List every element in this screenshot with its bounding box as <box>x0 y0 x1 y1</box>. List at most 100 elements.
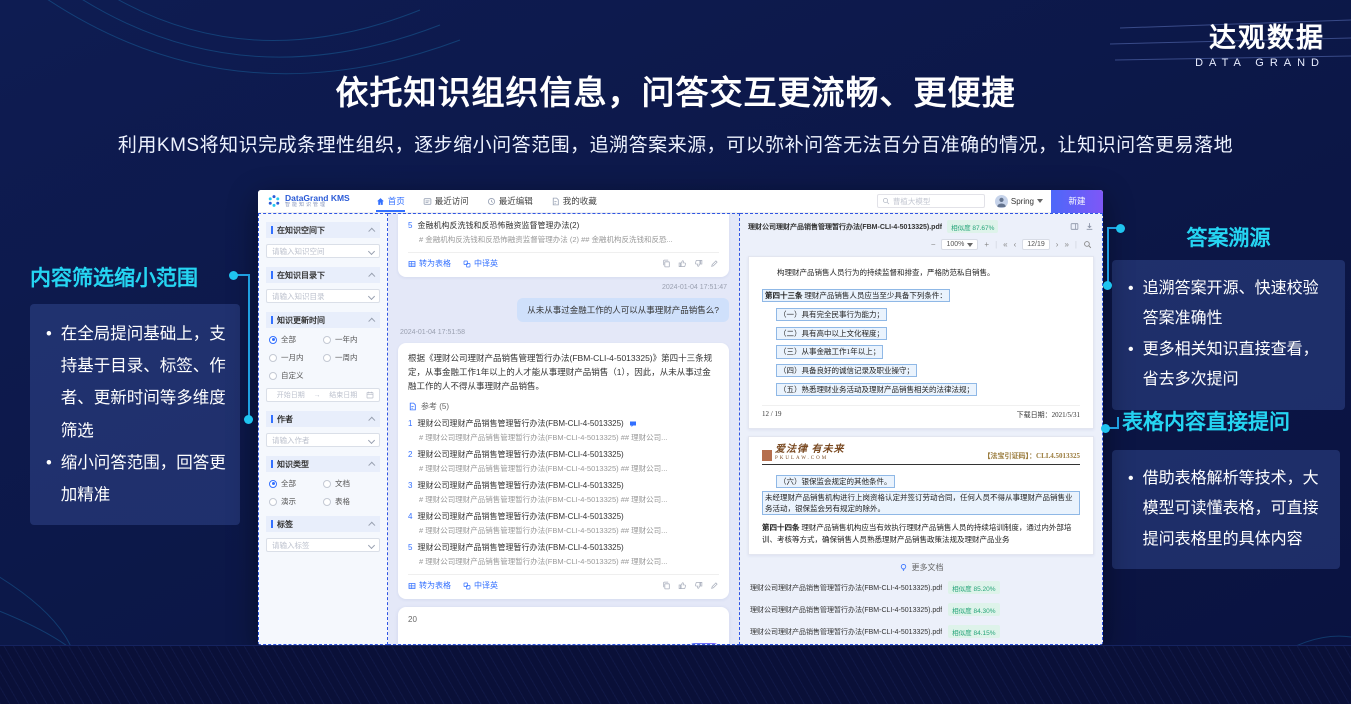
highlighted-item[interactable]: （二）具有高中以上文化程度； <box>776 327 887 340</box>
highlighted-item[interactable]: （三）从事金融工作1年以上； <box>776 345 883 358</box>
section-header[interactable]: 在知识空间下 <box>266 222 380 238</box>
page-indicator[interactable]: 12/19 <box>1022 239 1050 250</box>
chevron-down-icon <box>368 436 375 443</box>
knowledge-space-select[interactable]: 请输入知识空间 <box>266 244 380 258</box>
quote-icon[interactable] <box>629 420 637 428</box>
to-table-button[interactable]: 转为表格 <box>408 258 451 269</box>
radio-one-month[interactable]: 一月内 <box>269 352 323 363</box>
filter-section-tag: 标签 请输入标签 <box>266 516 380 552</box>
highlighted-item[interactable]: （五）熟悉理财业务活动及理财产品销售相关的法律法规； <box>776 383 977 396</box>
author-select[interactable]: 请输入作者 <box>266 433 380 447</box>
more-docs-header[interactable]: 更多文档 <box>748 562 1094 573</box>
search-input[interactable] <box>893 197 980 206</box>
first-page-button[interactable]: « <box>1003 240 1007 249</box>
similarity-badge: 相似度 84.15% <box>948 625 999 638</box>
user-menu[interactable]: Spring <box>995 195 1043 208</box>
edit-icon[interactable] <box>710 259 719 268</box>
tab-favorites[interactable]: 我的收藏 <box>551 190 597 212</box>
section-header[interactable]: 知识更新时间 <box>266 312 380 328</box>
thumb-down-icon[interactable] <box>694 581 703 590</box>
radio-all[interactable]: 全部 <box>269 334 323 345</box>
next-page-button[interactable]: › <box>1056 240 1059 249</box>
date-range-picker[interactable]: 开始日期 → 结束日期 <box>266 388 380 402</box>
reference-snippet: # 金融机构反洗钱和反恐怖融资监督管理办法 (2) ## 金融机构反洗钱和反恐.… <box>419 234 719 245</box>
last-page-button[interactable]: » <box>1064 240 1068 249</box>
app-nav: 首页 最近访问 最近编辑 我的收藏 <box>376 190 597 212</box>
calendar-icon <box>366 391 374 399</box>
reference-item[interactable]: 3 理财公司理财产品销售管理暂行办法(FBM-CLI-4-5013325) # … <box>408 480 719 505</box>
kms-brand-subtitle: 智能知识管理 <box>285 203 350 208</box>
pdf-footer: 12 / 19 下载日期：2021/5/31 <box>762 405 1080 420</box>
section-header[interactable]: 标签 <box>266 516 380 532</box>
highlighted-paragraph[interactable]: 未经理财产品销售机构进行上岗资格认定并签订劳动合同，任何人员不得从事理财产品销售… <box>762 491 1080 516</box>
assistant-message: 根据《理财公司理财产品销售管理暂行办法(FBM-CLI-4-5013325)》第… <box>398 343 729 599</box>
app-header: DataGrand KMS 智能知识管理 首页 最近访问 最近编辑 我的收藏 <box>258 190 1103 213</box>
edit-icon[interactable] <box>710 581 719 590</box>
filter-section-update-time: 知识更新时间 全部 一年内 一月内 一周内 自定义 开始日期 → 结束日期 <box>266 312 380 402</box>
reference-item[interactable]: 5 金融机构反洗钱和反恐怖融资监督管理办法(2) <box>408 220 719 231</box>
zoom-select[interactable]: 100% <box>941 239 978 250</box>
radio-type-all[interactable]: 全部 <box>269 478 323 489</box>
layout-icon[interactable] <box>1070 222 1079 231</box>
highlighted-item[interactable]: （一）具有完全民事行为能力； <box>776 308 887 321</box>
to-table-button[interactable]: 转为表格 <box>408 580 451 591</box>
radio-label: 全部 <box>281 478 296 489</box>
section-header[interactable]: 作者 <box>266 411 380 427</box>
radio-type-slides[interactable]: 演示 <box>269 496 323 507</box>
thumb-down-icon[interactable] <box>694 259 703 268</box>
chat-panel: 5 金融机构反洗钱和反恐怖融资监督管理办法(2) # 金融机构反洗钱和反恐怖融资… <box>388 213 740 645</box>
tab-recent-edits[interactable]: 最近编辑 <box>487 190 533 212</box>
chevron-up-icon <box>368 317 375 324</box>
filter-sidebar: 在知识空间下 请输入知识空间 在知识目录下 请输入知识目录 <box>258 213 388 645</box>
reference-item[interactable]: 2 理财公司理财产品销售管理暂行办法(FBM-CLI-4-5013325) # … <box>408 449 719 474</box>
bullet-text: 追溯答案开源、快速校验答案准确性 <box>1143 274 1333 335</box>
translate-button[interactable]: 中译英 <box>463 258 498 269</box>
zoom-in-button[interactable]: + <box>984 240 989 249</box>
copy-icon[interactable] <box>662 259 671 268</box>
tag-select[interactable]: 请输入标签 <box>266 538 380 552</box>
translate-button[interactable]: 中译英 <box>463 580 498 591</box>
related-doc-row[interactable]: 理财公司理财产品销售管理暂行办法(FBM-CLI-4-5013325).pdf … <box>748 621 1094 643</box>
document-filename[interactable]: 理财公司理财产品销售管理暂行办法(FBM-CLI-4-5013325).pdf <box>748 222 942 232</box>
annotation-bullet: 追溯答案开源、快速校验答案准确性 <box>1124 274 1333 335</box>
chat-input-box[interactable]: 20 <box>398 607 729 645</box>
magnifier-icon[interactable] <box>1083 240 1092 249</box>
section-header[interactable]: 知识类型 <box>266 456 380 472</box>
annotation-bullet: 在全局提问基础上，支持基于目录、标签、作者、更新时间等多维度筛选 <box>42 318 228 447</box>
reference-item[interactable]: 5 理财公司理财产品销售管理暂行办法(FBM-CLI-4-5013325) # … <box>408 542 719 567</box>
section-title: 知识类型 <box>277 459 370 470</box>
download-icon[interactable] <box>1085 222 1094 231</box>
knowledge-catalog-select[interactable]: 请输入知识目录 <box>266 289 380 303</box>
prev-page-button[interactable]: ‹ <box>1014 240 1017 249</box>
search-box[interactable] <box>877 194 985 208</box>
reference-item[interactable]: 1 理财公司理财产品销售管理暂行办法(FBM-CLI-4-5013325) # … <box>408 418 719 443</box>
reference-number: 2 <box>408 450 412 459</box>
highlighted-item[interactable]: （四）具备良好的诚信记录及职业操守； <box>776 364 917 377</box>
radio-type-doc[interactable]: 文档 <box>323 478 377 489</box>
highlighted-item[interactable]: （六）银保监会规定的其他条件。 <box>776 475 895 488</box>
radio-custom[interactable]: 自定义 <box>269 370 323 381</box>
reference-header-label: 参考 (5) <box>421 401 449 412</box>
reference-item[interactable]: 4 理财公司理财产品销售管理暂行办法(FBM-CLI-4-5013325) # … <box>408 511 719 536</box>
related-doc-row[interactable]: 理财公司理财产品销售管理暂行办法(FBM-CLI-4-5013325).pdf … <box>748 599 1094 621</box>
section-header[interactable]: 在知识目录下 <box>266 267 380 283</box>
thumb-up-icon[interactable] <box>678 581 687 590</box>
highlighted-clause[interactable]: 第四十三条 理财产品销售人员应当至少具备下列条件： <box>762 289 950 302</box>
tab-home[interactable]: 首页 <box>376 190 405 212</box>
thumb-up-icon[interactable] <box>678 259 687 268</box>
user-name: Spring <box>1011 197 1034 206</box>
copy-icon[interactable] <box>662 581 671 590</box>
new-button[interactable]: 新建 <box>1051 190 1103 213</box>
radio-type-table[interactable]: 表格 <box>323 496 377 507</box>
filter-section-author: 作者 请输入作者 <box>266 411 380 447</box>
nav-label: 首页 <box>388 195 405 207</box>
reference-number: 3 <box>408 481 412 490</box>
radio-one-week[interactable]: 一周内 <box>323 352 377 363</box>
related-doc-row[interactable]: 理财公司理财产品销售管理暂行办法(FBM-CLI-4-5013325).pdf … <box>748 577 1094 599</box>
favorites-icon <box>551 197 560 206</box>
connector-line <box>1117 417 1119 429</box>
tab-recent-visits[interactable]: 最近访问 <box>423 190 469 212</box>
zoom-out-button[interactable]: − <box>931 240 936 249</box>
radio-one-year[interactable]: 一年内 <box>323 334 377 345</box>
similarity-badge: 相似度 87.67% <box>947 220 998 233</box>
